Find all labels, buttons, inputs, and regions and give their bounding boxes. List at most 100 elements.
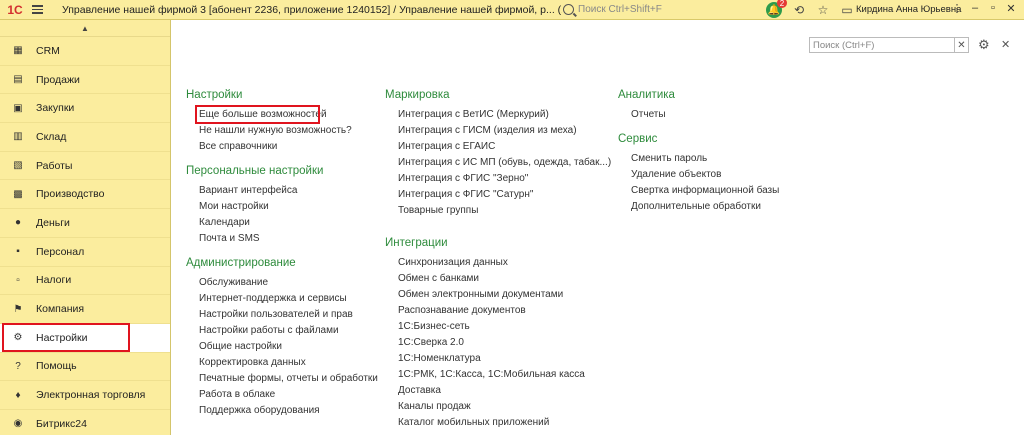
sidebar-item-label: CRM (36, 44, 60, 57)
clear-search-icon[interactable]: ✕ (954, 38, 968, 52)
nav-link[interactable]: Интеграция с ФГИС "Сатурн" (385, 187, 611, 203)
sidebar-item-12[interactable]: ♦ Электронная торговля (0, 381, 170, 410)
sidebar-item-9[interactable]: ⚑ Компания (0, 295, 170, 324)
section-title: Администрирование (186, 257, 296, 269)
ecommerce-icon: ♦ (15, 389, 21, 401)
nav-link[interactable]: Интеграция с ВетИС (Меркурий) (385, 107, 611, 123)
sidebar-item-2[interactable]: ▣ Закупки (0, 94, 170, 124)
favorites-star-icon[interactable]: ☆ (816, 3, 830, 17)
section-title: Сервис (618, 133, 658, 145)
nav-link[interactable]: Обмен с банками (385, 271, 611, 287)
nav-link[interactable]: Синхронизация данных (385, 255, 611, 271)
nav-link[interactable]: Обслуживание (186, 275, 378, 291)
nav-link[interactable]: Отчеты (618, 107, 779, 123)
nav-link[interactable]: Каналы продаж (385, 399, 611, 415)
sidebar-item-label: Продажи (36, 73, 80, 86)
sidebar-item-6[interactable]: ● Деньги (0, 209, 170, 238)
sidebar-item-label: Битрикс24 (36, 417, 87, 430)
nav-link[interactable]: Интернет-поддержка и сервисы (186, 291, 378, 307)
sidebar-item-label: Закупки (36, 102, 75, 115)
section-title: Интеграции (385, 237, 448, 249)
section-search-input[interactable]: Поиск (Ctrl+F) ✕ (809, 37, 969, 53)
nav-link[interactable]: Все справочники (186, 139, 378, 155)
sidebar-scroll-up-icon[interactable]: ▲ (0, 20, 170, 37)
nav-link[interactable]: Свертка информационной базы (618, 183, 779, 199)
user-name[interactable]: Кирдина Анна Юрьевна (856, 4, 961, 15)
nav-link[interactable]: Распознавание документов (385, 303, 611, 319)
nav-link[interactable]: 1С:РМК, 1С:Касса, 1С:Мобильная касса (385, 367, 611, 383)
nav-link[interactable]: Работа в облаке (186, 387, 378, 403)
sidebar-item-label: Помощь (36, 360, 77, 373)
global-search-input[interactable]: Поиск Ctrl+Shift+F (563, 2, 753, 17)
global-search-placeholder: Поиск Ctrl+Shift+F (578, 4, 662, 15)
close-window-icon[interactable]: ✕ (1002, 2, 1020, 15)
nav-link[interactable]: Каталог мобильных приложений (385, 415, 611, 431)
sidebar-item-label: Налоги (36, 274, 72, 287)
nav-link[interactable]: 1С:Номенклатура (385, 351, 611, 367)
nav-link[interactable]: Интеграция с ГИСМ (изделия из меха) (385, 123, 611, 139)
section-title: Маркировка (385, 89, 450, 101)
highlight-more-features-frame (195, 105, 320, 124)
staff-icon: ▪ (16, 246, 20, 258)
nav-link[interactable]: Настройки пользователей и прав (186, 307, 378, 323)
more-icon[interactable]: ⋮ (948, 2, 966, 15)
sidebar-item-7[interactable]: ▪ Персонал (0, 238, 170, 267)
crm-icon: ▦ (13, 45, 23, 57)
nav-link[interactable]: Не нашли нужную возможность? (186, 123, 378, 139)
nav-link[interactable]: Доставка (385, 383, 611, 399)
money-icon: ● (14, 217, 22, 229)
production-icon: ▩ (13, 188, 23, 200)
nav-link[interactable]: Почта и SMS (186, 231, 378, 247)
nav-link[interactable]: 1С:Бизнес-сеть (385, 319, 611, 335)
bookmark-icon[interactable]: ▭ (840, 3, 854, 17)
sidebar-item-5[interactable]: ▩ Производство (0, 180, 170, 210)
highlight-settings-frame (2, 323, 130, 352)
nav-link[interactable]: Поддержка оборудования (186, 403, 378, 419)
maximize-icon[interactable]: ▫ (984, 2, 1002, 15)
nav-link[interactable]: Интеграция с ФГИС "Зерно" (385, 171, 611, 187)
nav-link[interactable]: Сменить пароль (618, 151, 779, 167)
minimize-icon[interactable]: – (966, 2, 984, 15)
warehouse-icon: ▥ (13, 131, 23, 143)
taxes-icon: ▫ (16, 274, 20, 286)
notifications-bell-icon[interactable]: 🔔 2 (766, 0, 787, 18)
nav-link[interactable]: Дополнительные обработки (618, 199, 779, 215)
sidebar-item-label: Компания (36, 303, 85, 316)
nav-link[interactable]: Корректировка данных (186, 355, 378, 371)
nav-link[interactable]: Обмен электронными документами (385, 287, 611, 303)
main-panel: Поиск (Ctrl+F) ✕ ⚙ ✕ Настройки Еще больше… (172, 20, 1024, 435)
app-logo[interactable]: 1С (0, 0, 30, 20)
company-icon: ⚑ (13, 303, 23, 315)
panel-close-icon[interactable]: ✕ (1001, 38, 1010, 51)
nav-link[interactable]: Мои настройки (186, 199, 378, 215)
nav-link[interactable]: Удаление объектов (618, 167, 779, 183)
nav-link[interactable]: 1С:Сверка 2.0 (385, 335, 611, 351)
nav-link[interactable]: Интеграция с ЕГАИС (385, 139, 611, 155)
sidebar-item-0[interactable]: ▦ CRM (0, 37, 170, 66)
nav-link[interactable]: Интеграция с ИС МП (обувь, одежда, табак… (385, 155, 611, 171)
history-icon[interactable]: ⟲ (792, 3, 806, 17)
sidebar-item-label: Персонал (36, 245, 85, 258)
notification-badge: 2 (777, 0, 787, 8)
help-icon: ? (15, 360, 21, 372)
title-bar: 1С Управление нашей фирмой 3 [абонент 22… (0, 0, 1024, 20)
nav-link[interactable]: Товарные группы (385, 203, 611, 219)
sidebar-item-11[interactable]: ? Помощь (0, 353, 170, 382)
column-3: Аналитика Отчеты Сервис Сменить пароль Удале… (618, 87, 779, 215)
section-search-placeholder: Поиск (Ctrl+F) (813, 39, 875, 51)
sidebar-item-13[interactable]: ◉ Битрикс24 (0, 410, 170, 435)
panel-settings-gear-icon[interactable]: ⚙ (978, 37, 990, 53)
sidebar-item-label: Электронная торговля (36, 389, 146, 402)
nav-link[interactable]: Календари (186, 215, 378, 231)
nav-link[interactable]: Общие настройки (186, 339, 378, 355)
menu-icon[interactable] (32, 0, 50, 20)
sidebar: ▲ ▦ CRM ▤ Продажи ▣ Закупки ▥ Склад ▧ Работы ▩ Прои… (0, 20, 171, 435)
sidebar-item-8[interactable]: ▫ Налоги (0, 267, 170, 296)
section-title: Аналитика (618, 89, 675, 101)
nav-link[interactable]: Настройки работы с файлами (186, 323, 378, 339)
sidebar-item-4[interactable]: ▧ Работы (0, 152, 170, 181)
sidebar-item-1[interactable]: ▤ Продажи (0, 66, 170, 95)
nav-link[interactable]: Вариант интерфейса (186, 183, 378, 199)
sidebar-item-3[interactable]: ▥ Склад (0, 123, 170, 152)
nav-link[interactable]: Печатные формы, отчеты и обработки (186, 371, 378, 387)
